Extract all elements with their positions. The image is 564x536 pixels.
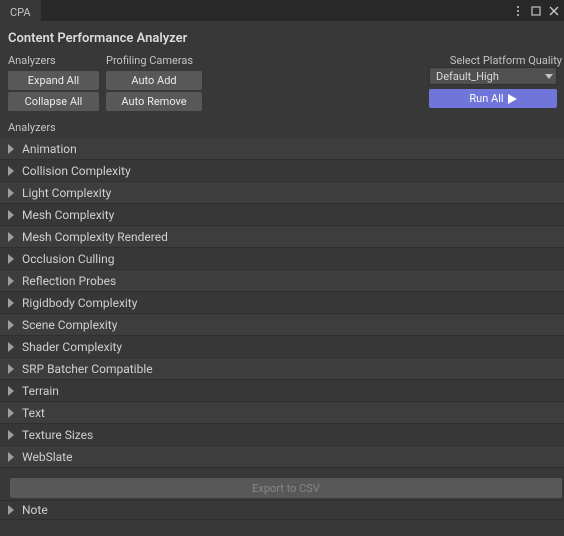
list-item-label: Shader Complexity bbox=[22, 340, 122, 354]
panel-content: Content Performance Analyzer Analyzers E… bbox=[0, 21, 564, 520]
list-item-label: Terrain bbox=[22, 384, 59, 398]
list-item[interactable]: Terrain bbox=[0, 380, 564, 402]
foldout-icon bbox=[6, 253, 18, 265]
window-controls bbox=[511, 0, 561, 21]
platform-quality-selected: Default_High bbox=[436, 70, 499, 83]
list-item[interactable]: Mesh Complexity Rendered bbox=[0, 226, 564, 248]
note-label: Note bbox=[22, 503, 48, 517]
auto-remove-label: Auto Remove bbox=[121, 95, 186, 108]
list-item[interactable]: Occlusion Culling bbox=[0, 248, 564, 270]
foldout-icon bbox=[6, 187, 18, 199]
foldout-icon bbox=[6, 231, 18, 243]
menu-icon[interactable] bbox=[511, 4, 525, 18]
profiling-buttons-column: Profiling Cameras Auto Add Auto Remove bbox=[106, 52, 218, 113]
foldout-icon bbox=[6, 407, 18, 419]
list-item[interactable]: Collision Complexity bbox=[0, 160, 564, 182]
foldout-icon bbox=[6, 363, 18, 375]
platform-column: Select Platform Quality Default_High Run… bbox=[429, 52, 562, 108]
export-csv-button[interactable]: Export to CSV bbox=[10, 478, 562, 498]
foldout-icon bbox=[6, 341, 18, 353]
foldout-icon bbox=[6, 319, 18, 331]
foldout-icon bbox=[6, 209, 18, 221]
list-item-label: Occlusion Culling bbox=[22, 252, 114, 266]
expand-all-button[interactable]: Expand All bbox=[8, 71, 99, 90]
run-all-label: Run All bbox=[469, 92, 503, 105]
foldout-icon bbox=[6, 429, 18, 441]
list-item[interactable]: SRP Batcher Compatible bbox=[0, 358, 564, 380]
list-item-label: Animation bbox=[22, 142, 77, 156]
list-item-label: Mesh Complexity Rendered bbox=[22, 230, 168, 244]
expand-all-label: Expand All bbox=[28, 74, 79, 87]
list-item[interactable]: Texture Sizes bbox=[0, 424, 564, 446]
header-row: Analyzers Expand All Collapse All Profil… bbox=[0, 52, 564, 113]
list-item-label: Reflection Probes bbox=[22, 274, 116, 288]
list-item-label: Mesh Complexity bbox=[22, 208, 114, 222]
list-item[interactable]: Rigidbody Complexity bbox=[0, 292, 564, 314]
list-item[interactable]: Mesh Complexity bbox=[0, 204, 564, 226]
list-item[interactable]: Reflection Probes bbox=[0, 270, 564, 292]
foldout-icon bbox=[6, 504, 18, 516]
list-item-label: Text bbox=[22, 406, 45, 420]
analyzers-section-label: Analyzers bbox=[8, 52, 106, 71]
analyzer-list: Animation Collision Complexity Light Compl… bbox=[0, 138, 564, 468]
list-item[interactable]: WebSlate bbox=[0, 446, 564, 468]
list-item-label: Collision Complexity bbox=[22, 164, 131, 178]
run-all-button[interactable]: Run All bbox=[429, 89, 557, 108]
list-item-label: WebSlate bbox=[22, 450, 72, 464]
collapse-all-label: Collapse All bbox=[25, 95, 83, 108]
list-item[interactable]: Text bbox=[0, 402, 564, 424]
tab-cpa[interactable]: CPA bbox=[0, 0, 41, 21]
platform-quality-dropdown[interactable]: Default_High bbox=[429, 67, 557, 85]
list-item-label: Light Complexity bbox=[22, 186, 111, 200]
platform-section-label: Select Platform Quality bbox=[429, 52, 562, 67]
maximize-icon[interactable] bbox=[529, 4, 543, 18]
foldout-icon bbox=[6, 297, 18, 309]
auto-add-label: Auto Add bbox=[131, 74, 176, 87]
list-item[interactable]: Scene Complexity bbox=[0, 314, 564, 336]
list-item[interactable]: Light Complexity bbox=[0, 182, 564, 204]
auto-add-button[interactable]: Auto Add bbox=[106, 71, 202, 90]
note-row[interactable]: Note bbox=[0, 500, 564, 520]
collapse-all-button[interactable]: Collapse All bbox=[8, 92, 99, 111]
foldout-icon bbox=[6, 385, 18, 397]
foldout-icon bbox=[6, 451, 18, 463]
list-item-label: Texture Sizes bbox=[22, 428, 93, 442]
play-icon bbox=[508, 94, 517, 104]
list-section-label: Analyzers bbox=[0, 113, 564, 138]
chevron-down-icon bbox=[545, 74, 553, 80]
foldout-icon bbox=[6, 165, 18, 177]
list-item[interactable]: Shader Complexity bbox=[0, 336, 564, 358]
foldout-icon bbox=[6, 275, 18, 287]
tab-label: CPA bbox=[10, 6, 31, 19]
panel-title: Content Performance Analyzer bbox=[0, 27, 564, 52]
foldout-icon bbox=[6, 143, 18, 155]
list-item-label: SRP Batcher Compatible bbox=[22, 362, 153, 376]
export-csv-label: Export to CSV bbox=[252, 482, 320, 495]
list-item-label: Rigidbody Complexity bbox=[22, 296, 137, 310]
close-icon[interactable] bbox=[547, 4, 561, 18]
auto-remove-button[interactable]: Auto Remove bbox=[106, 92, 202, 111]
titlebar: CPA bbox=[0, 0, 564, 21]
profiling-section-label: Profiling Cameras bbox=[106, 52, 218, 71]
list-item-label: Scene Complexity bbox=[22, 318, 117, 332]
analyzer-buttons-column: Analyzers Expand All Collapse All bbox=[8, 52, 106, 113]
list-item[interactable]: Animation bbox=[0, 138, 564, 160]
